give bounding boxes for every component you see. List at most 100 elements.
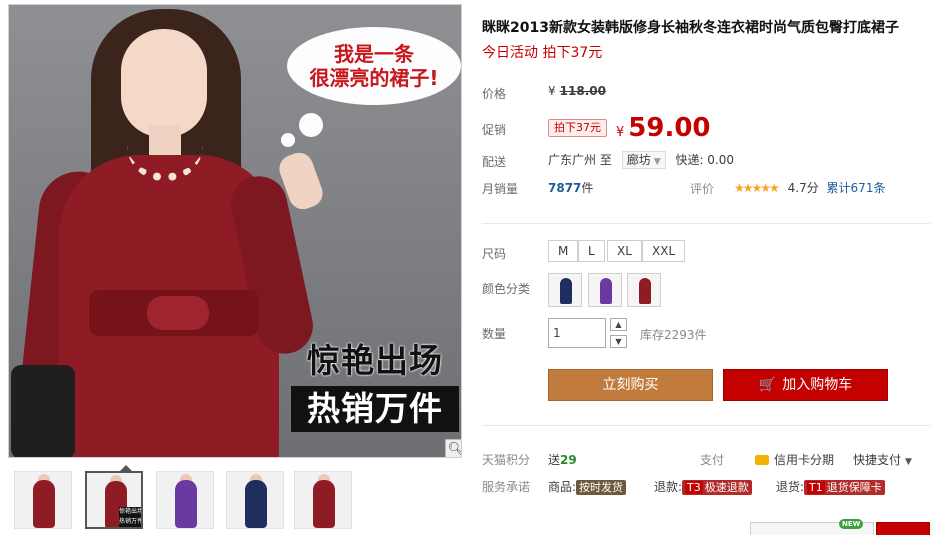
- fast-refund-text: 极速退款: [704, 481, 749, 494]
- thumb-figure: [245, 480, 267, 528]
- magnifier-icon[interactable]: 🔍︎: [445, 439, 461, 457]
- shipping-row: 广东广州 至 廊坊 ▼ 快递: 0.00: [548, 151, 734, 169]
- bubble-dot-small: [281, 133, 295, 147]
- refund-code: T3: [685, 481, 703, 494]
- review-count-link[interactable]: 累计671条: [827, 181, 886, 195]
- slogan-line-1: 惊艳出场: [307, 341, 443, 380]
- payment-label: 支付: [700, 453, 725, 467]
- product-info-panel: 眯眯2013新款女装韩版修身长袖秋冬连衣裙时尚气质包臀打底裙子 今日活动 拍下3…: [482, 0, 930, 535]
- original-price: ¥118.00: [548, 84, 606, 98]
- sales-label: 月销量: [482, 182, 519, 196]
- service-promise-label: 服务承诺: [482, 480, 531, 494]
- color-swatch: [639, 278, 651, 304]
- promise-refund: 退款: T3 极速退款: [654, 478, 752, 495]
- monthly-sales: 7877件: [548, 179, 593, 196]
- chevron-down-icon: ▼: [653, 157, 661, 167]
- dress-bow: [147, 296, 209, 330]
- cart-icon: 🛒: [758, 377, 777, 393]
- promise-goods: 商品: 按时发货: [548, 478, 627, 495]
- product-title: 眯眯2013新款女装韩版修身长袖秋冬连衣裙时尚气质包臀打底裙子: [482, 20, 899, 36]
- return-label: 退货:: [776, 480, 805, 494]
- thumb-caption: 惊艳出场 热销万件: [119, 507, 143, 527]
- promo-subtitle: 今日活动 拍下37元: [482, 45, 603, 61]
- bubble-line-2: 很漂亮的裙子!: [309, 66, 439, 90]
- return-guarantee-text: 退货保障卡: [826, 481, 882, 494]
- bottom-tab-button-red[interactable]: [876, 522, 930, 535]
- thumb-figure: [175, 480, 197, 528]
- shipping-fee: 快递: 0.00: [675, 153, 735, 167]
- points-number: 29: [560, 453, 577, 467]
- divider: [482, 425, 930, 426]
- credit-card-icon: [755, 455, 769, 465]
- thumbnail-3[interactable]: [156, 471, 214, 529]
- promo-price-label: 促销: [482, 123, 507, 137]
- color-option-red[interactable]: [627, 273, 661, 307]
- size-option-l[interactable]: L: [578, 240, 605, 262]
- sale-price-value: 59.00: [628, 113, 711, 143]
- size-option-xxl[interactable]: XXL: [642, 240, 686, 262]
- quantity-input[interactable]: [548, 318, 606, 348]
- sale-price: ¥59.00: [616, 113, 711, 143]
- quantity-down-icon[interactable]: ▼: [610, 335, 627, 348]
- thumb-figure: [33, 480, 55, 528]
- color-option-navy[interactable]: [548, 273, 582, 307]
- quantity-up-icon[interactable]: ▲: [610, 318, 627, 331]
- promise-return: 退货: T1 退货保障卡: [776, 478, 885, 495]
- original-price-value: 118.00: [559, 84, 606, 98]
- credit-installment-link[interactable]: 信用卡分期: [755, 451, 834, 468]
- quick-pay-dropdown[interactable]: 快捷支付 ▼: [853, 451, 912, 468]
- main-product-image[interactable]: 我是一条 很漂亮的裙子! 惊艳出场 热销万件 🔍︎: [8, 4, 462, 458]
- quantity-label: 数量: [482, 327, 507, 341]
- thumbnail-1[interactable]: [14, 471, 72, 529]
- color-swatch: [600, 278, 612, 304]
- rating: ★★★★★ 4.7分 累计671条: [734, 179, 885, 196]
- chevron-down-icon: ▼: [905, 457, 912, 467]
- refund-label: 退款:: [654, 480, 683, 494]
- thumbnail-2[interactable]: 惊艳出场 热销万件: [85, 471, 143, 529]
- thumbnail-strip: 惊艳出场 热销万件: [8, 465, 462, 535]
- size-option-m[interactable]: M: [548, 240, 579, 262]
- points-prefix: 送: [548, 453, 561, 467]
- fast-refund-badge[interactable]: T3 极速退款: [682, 480, 752, 495]
- return-code: T1: [807, 481, 825, 494]
- thumbnail-5[interactable]: [294, 471, 352, 529]
- color-swatch: [560, 278, 572, 304]
- new-badge: NEW: [839, 519, 864, 529]
- shipping-label: 配送: [482, 155, 507, 169]
- stock-count: 库存2293件: [640, 328, 707, 342]
- thumb-figure: [313, 480, 335, 528]
- divider: [482, 223, 930, 224]
- bubble-dot-large: [299, 113, 323, 137]
- speech-bubble: 我是一条 很漂亮的裙子!: [287, 27, 461, 105]
- size-label: 尺码: [482, 247, 507, 261]
- buy-now-button[interactable]: 立刻购买: [548, 369, 713, 401]
- handbag: [11, 365, 75, 457]
- add-to-cart-label: 加入购物车: [782, 377, 853, 393]
- color-option-purple[interactable]: [588, 273, 622, 307]
- currency-symbol: ¥: [616, 125, 625, 140]
- add-to-cart-button[interactable]: 🛒 加入购物车: [723, 369, 888, 401]
- size-option-xl[interactable]: XL: [607, 240, 642, 262]
- on-time-delivery-badge[interactable]: 按时发货: [576, 480, 627, 495]
- thumbnail-4[interactable]: [226, 471, 284, 529]
- shipping-to-word: 至: [599, 153, 612, 167]
- quick-pay-label: 快捷支付: [853, 453, 902, 467]
- destination-dropdown[interactable]: 廊坊 ▼: [621, 151, 666, 169]
- goods-label: 商品:: [548, 480, 577, 494]
- points-label: 天猫积分: [482, 453, 531, 467]
- price-label: 价格: [482, 87, 507, 101]
- bubble-line-1: 我是一条: [334, 42, 414, 66]
- slogan-line-2: 热销万件: [291, 386, 459, 432]
- sales-unit: 件: [581, 181, 594, 195]
- rating-label: 评价: [690, 182, 715, 196]
- sales-count: 7877: [548, 181, 582, 195]
- shipping-from: 广东广州: [548, 153, 597, 167]
- model-face: [121, 29, 207, 137]
- promo-tag: 拍下37元: [548, 119, 607, 137]
- destination-value: 廊坊: [626, 153, 651, 167]
- credit-installment-label: 信用卡分期: [774, 453, 835, 467]
- star-rating-icon: ★★★★★: [734, 181, 780, 195]
- rating-score: 4.7分: [787, 181, 819, 195]
- return-guarantee-badge[interactable]: T1 退货保障卡: [804, 480, 885, 495]
- points-value: 送29: [548, 451, 577, 468]
